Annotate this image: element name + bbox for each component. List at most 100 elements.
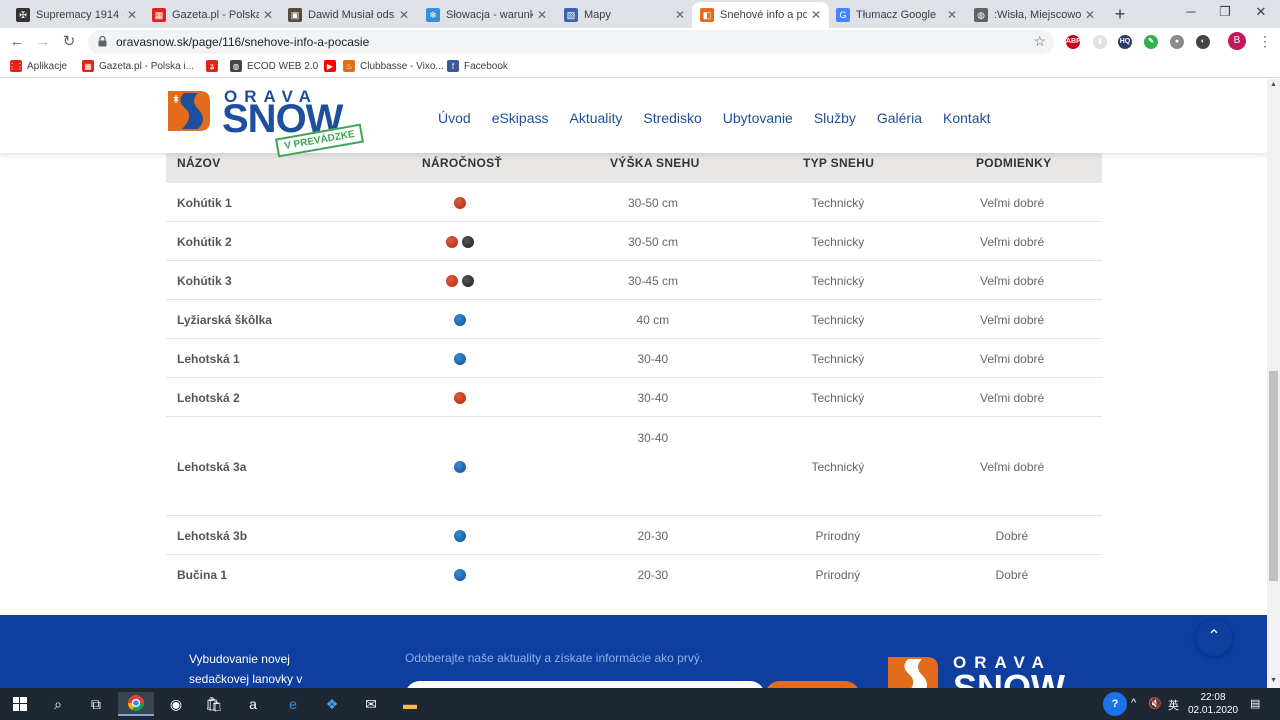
extension-icon[interactable]: HQ [1118, 35, 1132, 49]
nav-link[interactable]: Aktuality [570, 110, 623, 126]
nav-link[interactable]: Kontakt [943, 110, 990, 126]
nav-link[interactable]: Galéria [877, 110, 922, 126]
tab-close-icon[interactable]: ✕ [811, 8, 821, 22]
difficulty-indicator [454, 392, 466, 404]
mail-icon[interactable]: ✉ [353, 692, 389, 716]
tripadvisor-icon[interactable]: ◉ [158, 692, 194, 716]
bookmark-item[interactable]: ⋮⋮ Aplikacje [8, 60, 67, 72]
amazon-icon[interactable]: a [235, 692, 271, 716]
scrollbar-thumb[interactable] [1269, 371, 1278, 581]
new-tab-button[interactable]: + [1110, 4, 1130, 25]
tab-close-icon[interactable]: ✕ [947, 8, 957, 22]
extension-icon[interactable]: ABP [1066, 35, 1081, 49]
maximize-button[interactable]: ❐ [1210, 4, 1240, 20]
edge-icon[interactable]: e [275, 692, 311, 716]
browser-tab[interactable]: ▦ Gazeta.pl - Polska i ś ✕ [144, 2, 281, 28]
slope-name: Kohútik 2 [177, 235, 232, 249]
bookmark-item[interactable]: f Facebook [447, 60, 508, 72]
nav-link[interactable]: Ubytovanie [723, 110, 793, 126]
browser-tab[interactable]: ▣ Dawid Musiał odsze ✕ [280, 2, 417, 28]
extension-icon[interactable]: ● [1170, 35, 1184, 49]
tab-title: Supremacy 1914 - 2 [36, 9, 123, 21]
bookmark-item[interactable]: ʑ [206, 60, 223, 72]
newsletter-email-input[interactable] [405, 681, 765, 688]
extension-icon[interactable]: ✎ [1144, 35, 1158, 49]
logo-mark-icon [168, 91, 210, 131]
newsletter-submit-button[interactable] [765, 681, 860, 688]
table-row: Lehotská 3b 20-30 Prirodný Dobré [166, 516, 1102, 555]
difficulty-blue-icon [454, 353, 466, 365]
taskbar-clock[interactable]: 22:08 02.01.2020 [1188, 691, 1238, 717]
store-icon[interactable]: 🛍 [196, 692, 232, 716]
nav-link[interactable]: Stredisko [643, 110, 701, 126]
input-language-icon[interactable]: 英 [1168, 697, 1179, 713]
tab-close-icon[interactable]: ✕ [675, 8, 685, 22]
bookmark-star-icon[interactable]: ☆ [1033, 33, 1046, 50]
bookmark-label: Facebook [464, 60, 508, 72]
scroll-to-top-button[interactable]: ⌃ [1196, 620, 1232, 656]
newsletter-text: Odoberajte naše aktuality a získate info… [405, 651, 704, 665]
bookmark-item[interactable]: ▦ Gazeta.pl - Polska i... [82, 60, 194, 72]
profile-avatar[interactable]: B [1228, 32, 1246, 50]
browser-tab[interactable]: ▧ Mapy ✕ [556, 2, 693, 28]
site-header: ORAVA SNOW V PREVÁDZKE Úvod eSkipass Aktua… [0, 79, 1267, 158]
tray-expand-icon[interactable]: ^ [1131, 697, 1136, 709]
notifications-icon[interactable]: ▤ [1250, 697, 1260, 710]
tab-favicon-icon: ▧ [564, 8, 578, 22]
tab-strip: ✠ Supremacy 1914 - 2 ✕ ▦ Gazeta.pl - Polska … [0, 0, 1280, 28]
bookmark-item[interactable]: ▶ [324, 60, 341, 72]
page-scrollbar[interactable]: ▲ ▼ [1267, 79, 1280, 688]
tab-favicon-icon: ◍ [974, 8, 988, 22]
footer-news-text[interactable]: Vybudovanie novej sedačkovej lanovky v [189, 649, 319, 688]
nav-link[interactable]: eSkipass [492, 110, 549, 126]
nav-link[interactable]: Úvod [438, 110, 471, 126]
nav-link[interactable]: Služby [814, 110, 856, 126]
browser-menu-icon[interactable]: ⋮ [1258, 33, 1272, 50]
help-icon[interactable]: ? [1103, 692, 1127, 716]
bookmark-label: ECOD WEB 2.0 [247, 60, 319, 72]
chrome-taskbar-icon[interactable] [118, 692, 154, 716]
back-button[interactable]: ← [7, 32, 27, 52]
tab-close-icon[interactable]: ✕ [263, 8, 273, 22]
tab-close-icon[interactable]: ✕ [127, 8, 137, 22]
snow-type: Technický [811, 196, 865, 210]
browser-tab[interactable]: ◧ Snehové info a poča ✕ [692, 2, 829, 28]
header-difficulty: NÁROČNOSŤ [422, 156, 503, 170]
search-icon[interactable]: ⌕ [40, 692, 76, 716]
footer-logo-snow: SNOW [953, 667, 1065, 688]
browser-tab[interactable]: ❄ Słowacja - warunki ✕ [418, 2, 555, 28]
file-explorer-icon[interactable]: ▬ [392, 692, 428, 716]
close-window-button[interactable]: ✕ [1246, 4, 1276, 20]
slope-name: Kohútik 1 [177, 196, 232, 210]
volume-muted-icon[interactable]: 🔇 [1148, 697, 1162, 710]
difficulty-red-icon [446, 275, 458, 287]
extension-icon[interactable]: ▮ [1093, 35, 1107, 49]
tab-close-icon[interactable]: ✕ [537, 8, 547, 22]
browser-tab[interactable]: ✠ Supremacy 1914 - 2 ✕ [8, 2, 145, 28]
snow-depth: 30-50 cm [628, 235, 679, 249]
browser-toolbar: ← → ↻ oravasnow.sk/page/116/snehove-info… [0, 28, 1280, 56]
address-bar[interactable]: oravasnow.sk/page/116/snehove-info-a-poc… [88, 30, 1054, 54]
minimize-button[interactable]: ─ [1176, 4, 1206, 19]
bookmark-item[interactable]: ♨ Clubbasse - Vixo... [343, 60, 444, 72]
scroll-down-arrow-icon[interactable]: ▼ [1270, 677, 1277, 684]
windows-start-icon[interactable] [2, 692, 38, 716]
difficulty-red-icon [454, 392, 466, 404]
orava-snow-logo[interactable]: ORAVA SNOW V PREVÁDZKE [164, 85, 369, 158]
dropbox-icon[interactable]: ❖ [314, 692, 350, 716]
reload-button[interactable]: ↻ [59, 32, 79, 52]
difficulty-blue-icon [454, 314, 466, 326]
extension-icon[interactable]: ◐ [1196, 35, 1210, 49]
slope-name: Bučina 1 [177, 568, 228, 582]
forward-button[interactable]: → [33, 32, 53, 52]
tab-title: Mapy [584, 9, 611, 21]
tab-close-icon[interactable]: ✕ [399, 8, 409, 22]
browser-tab[interactable]: G Tłumacz Google ✕ [828, 2, 965, 28]
table-row: Kohútik 1 30-50 cm Technický Veľmi dobré [166, 183, 1102, 222]
tab-close-icon[interactable]: ✕ [1085, 8, 1095, 22]
bookmark-item[interactable]: ◍ ECOD WEB 2.0 [230, 60, 318, 72]
tab-favicon-icon: ▣ [288, 8, 302, 22]
task-view-icon[interactable]: ⧉ [78, 692, 114, 716]
scroll-up-arrow-icon[interactable]: ▲ [1270, 81, 1277, 88]
browser-tab[interactable]: ◍:Wisła, Miejscowość ✕ [966, 2, 1103, 28]
